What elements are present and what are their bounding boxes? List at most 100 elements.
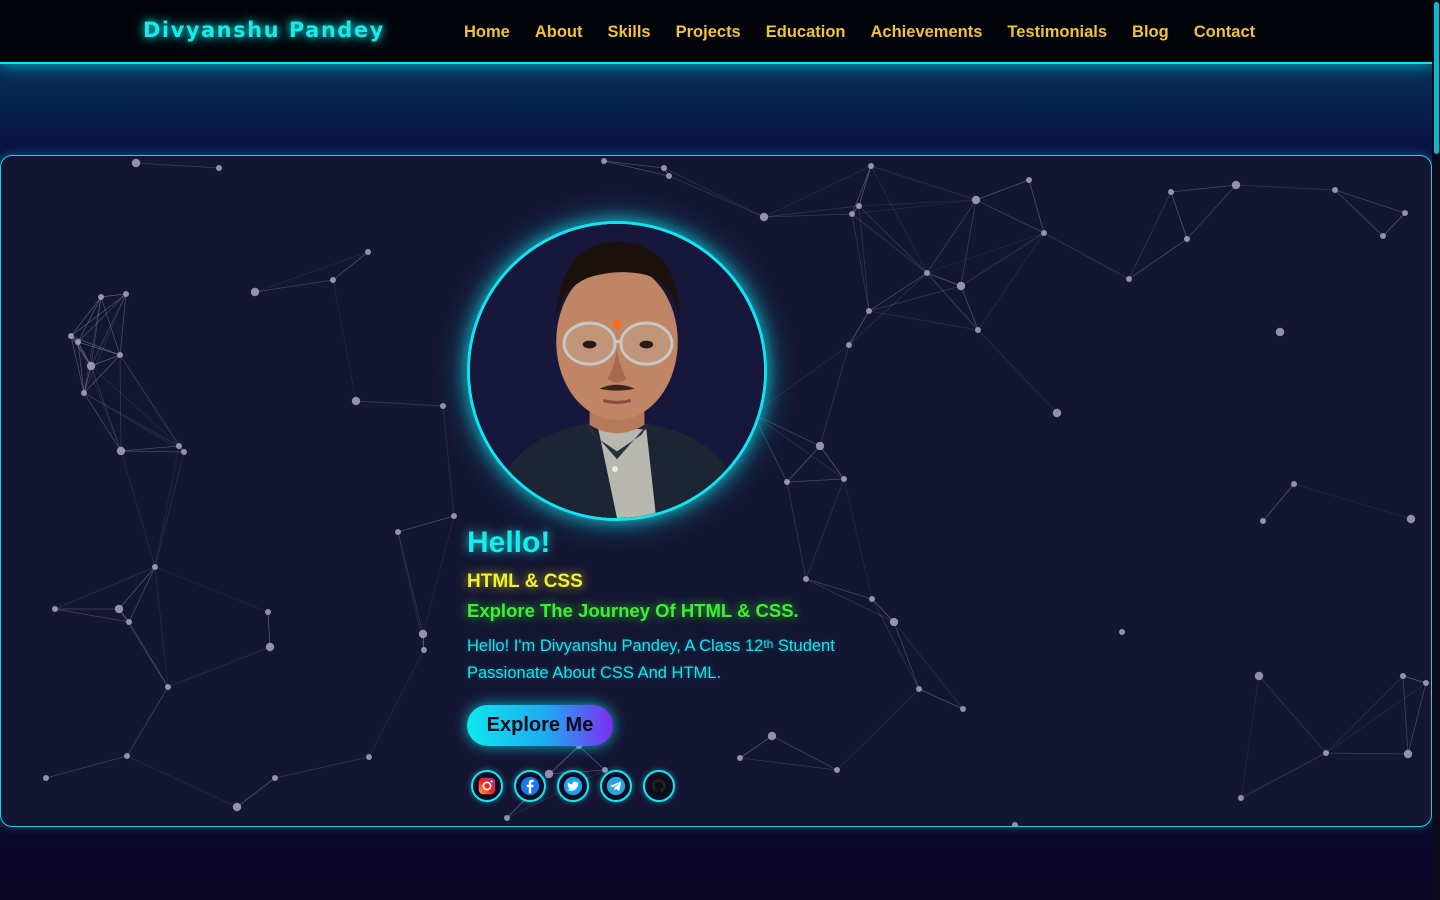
network-link xyxy=(397,515,455,533)
network-node xyxy=(971,195,981,205)
network-link xyxy=(154,566,269,613)
network-link xyxy=(422,515,455,635)
github-link[interactable] xyxy=(643,770,675,802)
page-scrollbar[interactable] xyxy=(1432,0,1440,900)
network-node xyxy=(366,754,372,760)
network-node xyxy=(152,564,158,570)
network-node xyxy=(1168,189,1174,195)
nav-menu: Home About Skills Projects Education Ach… xyxy=(464,22,1255,42)
explore-me-button[interactable]: Explore Me xyxy=(467,705,613,746)
nav-link-education[interactable]: Education xyxy=(766,23,846,41)
network-node xyxy=(956,281,966,291)
network-node xyxy=(1423,680,1429,686)
network-node xyxy=(1403,749,1413,759)
network-node xyxy=(116,446,126,456)
network-node xyxy=(181,449,187,455)
network-node xyxy=(117,352,123,358)
profile-photo xyxy=(467,221,767,521)
hero-bio-superscript: th xyxy=(763,637,774,651)
network-link xyxy=(926,272,979,331)
network-link xyxy=(1186,184,1237,240)
network-node xyxy=(767,731,777,741)
network-node xyxy=(759,212,769,222)
network-link xyxy=(918,688,964,710)
network-node xyxy=(351,396,361,406)
network-link xyxy=(126,755,238,808)
network-link xyxy=(355,400,444,407)
network-link xyxy=(752,344,850,415)
hero-bio: Hello! I'm Divyanshu Pandey, A Class 12t… xyxy=(467,633,897,686)
profile-portrait-image xyxy=(470,224,764,518)
network-link xyxy=(926,199,977,274)
network-link xyxy=(960,199,977,287)
network-node xyxy=(250,287,260,297)
network-link xyxy=(868,285,962,312)
network-node xyxy=(114,604,124,614)
hero-subtitle: HTML & CSS xyxy=(467,571,583,592)
network-link xyxy=(1262,483,1295,522)
network-link xyxy=(70,335,92,367)
network-node xyxy=(1052,408,1062,418)
network-link xyxy=(603,160,665,169)
network-link xyxy=(45,755,128,779)
hero-greeting: Hello! xyxy=(467,526,551,559)
network-link xyxy=(763,165,872,218)
network-link xyxy=(668,175,765,218)
network-link xyxy=(120,450,156,568)
network-node xyxy=(1406,514,1416,524)
network-node xyxy=(52,606,58,612)
network-node xyxy=(1238,795,1244,801)
network-node xyxy=(330,277,336,283)
nav-link-blog[interactable]: Blog xyxy=(1132,23,1169,41)
hero-section: Hello! HTML & CSS Explore The Journey Of… xyxy=(0,155,1432,827)
network-link xyxy=(254,279,334,293)
network-link xyxy=(77,341,122,452)
network-node xyxy=(1012,822,1018,826)
network-node xyxy=(924,270,930,276)
network-link xyxy=(663,167,765,218)
network-link xyxy=(1128,238,1188,280)
telegram-link[interactable] xyxy=(600,770,632,802)
network-node xyxy=(975,327,981,333)
network-link xyxy=(848,310,870,346)
nav-link-home[interactable]: Home xyxy=(464,23,510,41)
network-link xyxy=(851,213,870,312)
network-link xyxy=(752,413,821,447)
network-link xyxy=(1170,184,1237,193)
network-node xyxy=(661,165,667,171)
hero-tagline: Explore The Journey Of HTML & CSS. xyxy=(467,600,799,621)
nav-link-contact[interactable]: Contact xyxy=(1194,23,1255,41)
instagram-link[interactable] xyxy=(471,770,503,802)
network-node xyxy=(86,361,96,371)
network-node xyxy=(440,403,446,409)
network-link xyxy=(851,199,977,215)
nav-link-about[interactable]: About xyxy=(535,23,583,41)
network-node xyxy=(815,441,825,451)
network-node xyxy=(856,203,862,209)
hero-bio-part1: Hello! I'm Divyanshu Pandey, A Class 12 xyxy=(467,637,764,655)
network-link xyxy=(154,451,185,568)
network-link xyxy=(167,646,271,688)
network-node xyxy=(451,513,457,519)
network-link xyxy=(1325,675,1404,754)
network-node xyxy=(123,291,129,297)
twitter-link[interactable] xyxy=(557,770,589,802)
scrollbar-thumb[interactable] xyxy=(1434,2,1439,154)
nav-link-skills[interactable]: Skills xyxy=(608,23,651,41)
network-link xyxy=(236,777,276,808)
nav-link-testimonials[interactable]: Testimonials xyxy=(1007,23,1107,41)
brand-logo[interactable]: Divyanshu Pandey xyxy=(143,18,385,42)
network-link xyxy=(442,405,455,517)
network-link xyxy=(274,756,370,779)
nav-link-projects[interactable]: Projects xyxy=(676,23,741,41)
nav-link-achievements[interactable]: Achievements xyxy=(871,23,983,41)
network-link xyxy=(960,232,1045,287)
network-node xyxy=(1400,673,1406,679)
navbar: Divyanshu Pandey Home About Skills Proje… xyxy=(0,0,1432,64)
network-node xyxy=(421,647,427,653)
facebook-link[interactable] xyxy=(514,770,546,802)
network-link xyxy=(83,392,122,452)
network-node xyxy=(68,333,74,339)
network-link xyxy=(126,686,169,757)
network-link xyxy=(1240,752,1327,799)
